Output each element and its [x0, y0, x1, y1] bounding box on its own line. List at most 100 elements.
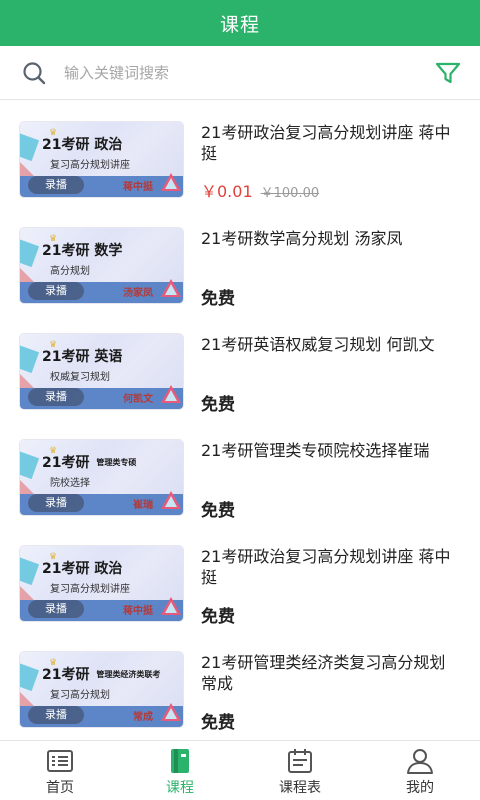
tab-schedule-label: 课程表	[279, 780, 321, 796]
course-item[interactable]: ♛ 21考研 政治 复习高分规划讲座 录播 蒋中挺 21考研政治复习高分规划讲座…	[0, 100, 480, 206]
course-title[interactable]: 21考研英语权威复习规划 何凯文	[201, 334, 460, 355]
decor-shape	[20, 450, 40, 480]
course-thumbnail[interactable]: ♛ 21考研 政治 复习高分规划讲座 录播 蒋中挺	[20, 122, 183, 197]
course-info: 21考研数学高分规划 汤家凤 免费	[201, 228, 460, 312]
decor-shape	[20, 586, 34, 600]
thumb-brand: 21考研	[42, 455, 90, 471]
decor-shape	[20, 374, 34, 388]
thumb-tagline: 高分规划	[50, 266, 90, 277]
thumb-headline: 21考研 英语	[42, 346, 124, 366]
bottom-tab-bar: 首页 课程 课程表 我的	[0, 740, 480, 800]
filter-icon[interactable]	[434, 59, 462, 87]
thumb-tagline: 复习高分规划讲座	[50, 160, 130, 171]
course-item[interactable]: ♛ 21考研 数学 高分规划 录播 汤家凤 21考研数学高分规划 汤家凤 免费	[0, 206, 480, 312]
search-bar[interactable]: 输入关键词搜索	[0, 46, 480, 100]
user-icon	[407, 749, 433, 774]
thumb-subject: 政治	[94, 137, 123, 153]
thumb-teacher: 崔瑞	[133, 500, 153, 511]
course-original-price: ￥100.00	[260, 186, 320, 201]
course-item[interactable]: ♛ 21考研 英语 权威复习规划 录播 何凯文 21考研英语权威复习规划 何凯文…	[0, 312, 480, 418]
course-title[interactable]: 21考研数学高分规划 汤家凤	[201, 228, 460, 249]
search-input[interactable]: 输入关键词搜索	[64, 62, 434, 83]
decor-triangle	[161, 703, 181, 721]
course-list: ♛ 21考研 政治 复习高分规划讲座 录播 蒋中挺 21考研政治复习高分规划讲座…	[0, 100, 480, 740]
thumb-tagline: 权威复习规划	[50, 372, 110, 383]
course-thumbnail[interactable]: ♛ 21考研 英语 权威复习规划 录播 何凯文	[20, 334, 183, 409]
course-item[interactable]: ♛ 21考研 政治 复习高分规划讲座 录播 蒋中挺 21考研政治复习高分规划讲座…	[0, 524, 480, 630]
thumb-brand: 21考研	[42, 561, 90, 577]
replay-badge: 录播	[28, 494, 84, 512]
thumb-subject: 英语	[94, 349, 123, 365]
course-item[interactable]: ♛ 21考研 管理类专硕 院校选择 录播 崔瑞 21考研管理类专硕院校选择崔瑞 …	[0, 418, 480, 524]
tab-home[interactable]: 首页	[0, 741, 120, 800]
course-info: 21考研管理类专硕院校选择崔瑞 免费	[201, 440, 460, 524]
decor-shape	[20, 556, 40, 586]
tab-schedule[interactable]: 课程表	[240, 741, 360, 800]
title-bar: 课程	[0, 0, 480, 46]
thumb-headline: 21考研 政治	[42, 558, 124, 578]
decor-shape	[20, 662, 40, 692]
thumb-brand: 21考研	[42, 349, 90, 365]
course-free-label: 免费	[201, 713, 235, 733]
thumb-headline: 21考研 政治	[42, 134, 124, 154]
decor-triangle	[161, 279, 181, 297]
course-title[interactable]: 21考研管理类专硕院校选择崔瑞	[201, 440, 460, 461]
thumb-brand: 21考研	[42, 667, 90, 683]
tab-home-label: 首页	[46, 780, 74, 796]
course-free-label: 免费	[201, 395, 235, 415]
thumb-teacher: 常成	[133, 712, 153, 723]
decor-triangle	[161, 491, 181, 509]
replay-badge: 录播	[28, 388, 84, 406]
replay-badge: 录播	[28, 176, 84, 194]
thumb-teacher: 汤家凤	[123, 288, 153, 299]
decor-shape	[20, 162, 34, 176]
decor-shape	[20, 268, 34, 282]
course-thumbnail[interactable]: ♛ 21考研 管理类专硕 院校选择 录播 崔瑞	[20, 440, 183, 515]
replay-badge: 录播	[28, 706, 84, 724]
tab-courses[interactable]: 课程	[120, 741, 240, 800]
thumb-subject-small: 管理类经济类联考	[96, 670, 161, 679]
thumb-subject: 数学	[94, 243, 123, 259]
course-free-label: 免费	[201, 289, 235, 309]
course-item[interactable]: ♛ 21考研 管理类经济类联考 复习高分规划 录播 常成 21考研管理类经济类复…	[0, 630, 480, 736]
thumb-brand: 21考研	[42, 243, 90, 259]
course-thumbnail[interactable]: ♛ 21考研 数学 高分规划 录播 汤家凤	[20, 228, 183, 303]
decor-shape	[20, 132, 40, 162]
thumb-brand: 21考研	[42, 137, 90, 153]
course-info: 21考研政治复习高分规划讲座 蒋中挺 免费	[201, 546, 460, 630]
course-info: 21考研管理类经济类复习高分规划 常成 免费	[201, 652, 460, 736]
decor-shape	[20, 480, 34, 494]
thumb-tagline: 院校选择	[50, 478, 90, 489]
thumb-teacher: 蒋中挺	[123, 606, 153, 617]
page-title: 课程	[219, 13, 260, 36]
schedule-icon	[288, 749, 312, 773]
thumb-subject-small: 管理类专硕	[96, 458, 137, 467]
thumb-headline: 21考研 管理类专硕	[42, 452, 136, 472]
decor-shape	[20, 692, 34, 706]
course-thumbnail[interactable]: ♛ 21考研 政治 复习高分规划讲座 录播 蒋中挺	[20, 546, 183, 621]
home-list-icon	[47, 750, 73, 772]
price-row: ￥0.01 ￥100.00	[201, 178, 319, 202]
thumb-tagline: 复习高分规划	[50, 690, 110, 701]
decor-triangle	[161, 173, 181, 191]
book-icon	[171, 749, 189, 773]
course-thumbnail[interactable]: ♛ 21考研 管理类经济类联考 复习高分规划 录播 常成	[20, 652, 183, 727]
thumb-teacher: 蒋中挺	[123, 182, 153, 193]
course-title[interactable]: 21考研管理类经济类复习高分规划 常成	[201, 652, 460, 694]
search-icon[interactable]	[22, 61, 46, 85]
tab-mine[interactable]: 我的	[360, 741, 480, 800]
course-info: 21考研政治复习高分规划讲座 蒋中挺 ￥0.01 ￥100.00	[201, 122, 460, 206]
replay-badge: 录播	[28, 282, 84, 300]
decor-triangle	[161, 385, 181, 403]
replay-badge: 录播	[28, 600, 84, 618]
thumb-teacher: 何凯文	[123, 394, 153, 405]
course-title[interactable]: 21考研政治复习高分规划讲座 蒋中挺	[201, 546, 460, 588]
thumb-headline: 21考研 数学	[42, 240, 124, 260]
app-root: 课程 输入关键词搜索 ♛ 21考研 政治 复习高分规划讲座 录播 蒋中挺 21考…	[0, 0, 480, 800]
decor-triangle	[161, 597, 181, 615]
course-title[interactable]: 21考研政治复习高分规划讲座 蒋中挺	[201, 122, 460, 164]
course-free-label: 免费	[201, 607, 235, 627]
decor-shape	[20, 238, 40, 268]
tab-mine-label: 我的	[406, 780, 434, 796]
thumb-tagline: 复习高分规划讲座	[50, 584, 130, 595]
